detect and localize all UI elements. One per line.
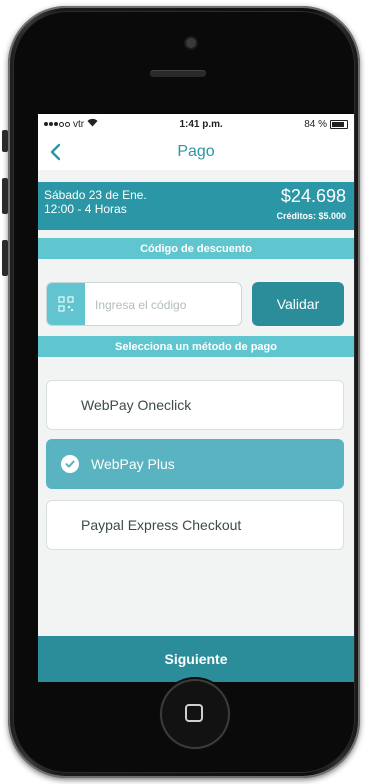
validate-button[interactable]: Validar <box>252 282 344 326</box>
back-chevron-icon[interactable] <box>46 142 66 162</box>
discount-code-row: Validar <box>38 270 354 326</box>
volume-down-button <box>2 240 8 276</box>
signal-icon <box>44 121 70 127</box>
next-button[interactable]: Siguiente <box>38 636 354 682</box>
status-bar: vtr 1:41 p.m. 84 % <box>38 114 354 134</box>
payment-option-label: WebPay Plus <box>91 456 175 472</box>
payment-option-webpay-plus[interactable]: WebPay Plus <box>46 439 344 489</box>
booking-date: Sábado 23 de Ene. <box>44 188 147 202</box>
home-square-icon <box>185 704 203 722</box>
front-camera <box>186 38 196 48</box>
page-title: Pago <box>177 143 215 160</box>
discount-header-label: Código de descuento <box>140 242 252 255</box>
payment-option-webpay-oneclick[interactable]: WebPay Oneclick <box>46 380 344 430</box>
carrier-signal: vtr <box>44 118 98 130</box>
payment-method-header-label: Selecciona un método de pago <box>115 340 277 353</box>
checkmark-icon <box>61 455 79 473</box>
status-time: 1:41 p.m. <box>179 118 223 130</box>
home-button[interactable] <box>162 681 228 747</box>
mute-switch <box>2 130 8 152</box>
discount-code-field[interactable] <box>46 282 242 326</box>
volume-up-button <box>2 178 8 214</box>
battery-status: 84 % <box>304 119 348 130</box>
carrier-name: vtr <box>73 118 85 130</box>
payment-method-header: Selecciona un método de pago <box>38 336 354 357</box>
app-screen: vtr 1:41 p.m. 84 % Pago Sábado 23 de Ene… <box>38 114 354 682</box>
earpiece-speaker <box>150 70 206 77</box>
discount-code-input[interactable] <box>93 294 237 316</box>
battery-icon <box>329 119 348 129</box>
qr-code-icon[interactable] <box>47 283 85 325</box>
payment-option-paypal-express[interactable]: Paypal Express Checkout <box>46 500 344 550</box>
discount-header: Código de descuento <box>38 238 354 259</box>
wifi-icon <box>87 118 98 130</box>
booking-price: $24.698 <box>280 186 346 206</box>
battery-percent: 84 % <box>304 118 327 130</box>
battery-level <box>331 121 344 127</box>
payment-option-label: WebPay Oneclick <box>81 397 192 413</box>
navigation-bar: Pago <box>38 134 354 170</box>
booking-summary: Sábado 23 de Ene. 12:00 - 4 Horas $24.69… <box>38 182 354 230</box>
payment-option-label: Paypal Express Checkout <box>81 517 242 533</box>
booking-hours: 12:00 - 4 Horas <box>44 202 127 216</box>
credits-balance: Créditos: $5.000 <box>276 211 346 221</box>
